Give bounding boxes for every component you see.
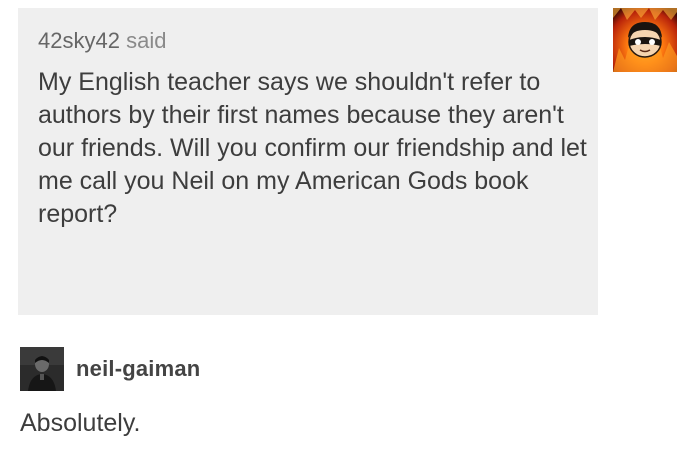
ask-box: 42sky42 said My English teacher says we … [18,8,598,315]
portrait-photo-icon [20,347,64,391]
answer-header: neil-gaiman [20,347,200,391]
ask-body: My English teacher says we shouldn't ref… [38,68,587,228]
said-label: said [126,28,167,53]
asker-avatar[interactable] [613,8,677,72]
answerer-avatar[interactable] [20,347,64,391]
answer-body: Absolutely. [20,409,141,437]
asker-name[interactable]: 42sky42 [38,28,120,53]
answerer-name[interactable]: neil-gaiman [76,356,200,382]
cartoon-avatar-icon [613,8,677,72]
ask-header: 42sky42 said [38,28,578,54]
